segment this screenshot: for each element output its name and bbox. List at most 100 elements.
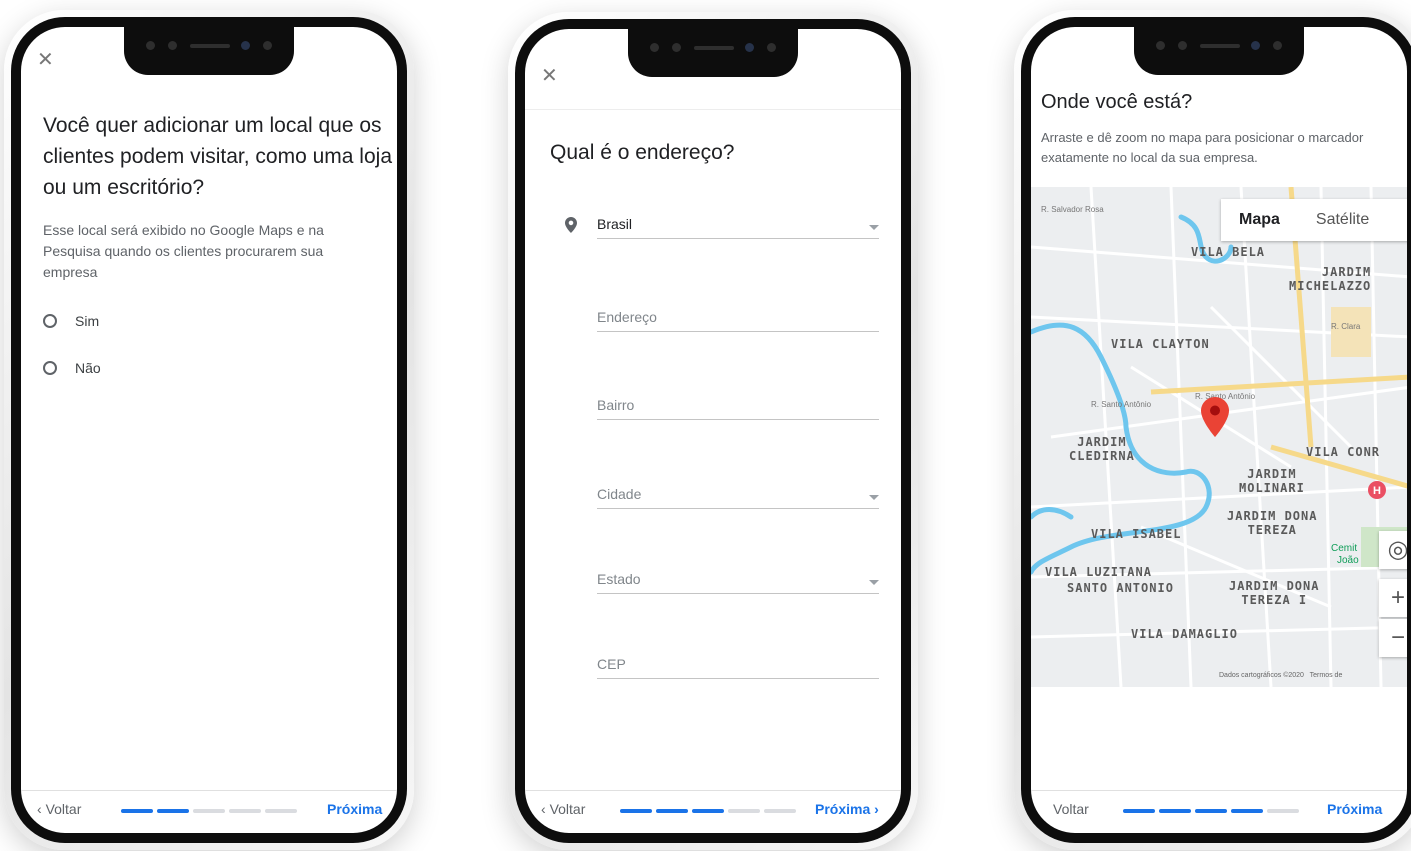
terms-link[interactable]: Termos de <box>1310 672 1343 679</box>
map-label: VILA DAMAGLIO <box>1131 627 1238 641</box>
radio-option-sim[interactable]: Sim <box>43 313 99 329</box>
phone-mockup-1: ✕ Você quer adicionar um local que os cl… <box>4 10 414 850</box>
next-link[interactable]: Próxima › <box>815 801 879 817</box>
country-select[interactable]: Brasil <box>597 212 879 239</box>
back-label: Voltar <box>45 801 82 817</box>
divider <box>525 109 901 110</box>
phone-notch <box>628 29 798 77</box>
address-field[interactable]: Endereço <box>597 305 879 332</box>
next-link[interactable]: Próxima <box>327 801 382 817</box>
bottom-navigation: ‹ Voltar Próxima › <box>525 790 901 833</box>
map-attribution: Dados cartográficos ©2020 Termos de <box>1219 672 1342 679</box>
question-description: Esse local será exibido no Google Maps e… <box>43 222 324 280</box>
progress-step <box>157 809 189 813</box>
radio-button-icon[interactable] <box>43 314 57 328</box>
map-type-map[interactable]: Mapa <box>1221 211 1298 229</box>
close-icon[interactable]: ✕ <box>541 63 558 88</box>
progress-step <box>1267 809 1299 813</box>
phone-mockup-2: ✕ Qual é o endereço? Brasil Endereço Bai… <box>508 12 918 850</box>
back-link[interactable]: ‹ Voltar <box>541 801 585 817</box>
back-label: Voltar <box>1053 801 1089 817</box>
map-label: JARDIM DONA TEREZA I <box>1229 579 1320 607</box>
state-select[interactable]: Estado <box>597 567 879 594</box>
step-progress <box>620 809 800 813</box>
zoom-in-button[interactable]: + <box>1379 579 1407 617</box>
address-placeholder: Endereço <box>597 309 657 325</box>
poi-label: João <box>1337 555 1359 566</box>
back-link[interactable]: ‹ Voltar <box>37 801 81 817</box>
city-select[interactable]: Cidade <box>597 482 879 509</box>
street-label: R. Clara <box>1331 322 1361 331</box>
country-value: Brasil <box>597 216 633 232</box>
poi-label: Cemit <box>1331 543 1358 554</box>
chevron-down-icon <box>869 580 879 585</box>
progress-step <box>229 809 261 813</box>
svg-text:H: H <box>1373 485 1381 497</box>
map-label: VILA LUZITANA <box>1045 565 1152 579</box>
map-label: JARDIM CLEDIRNA <box>1069 435 1135 463</box>
map-label: VILA BELA <box>1191 245 1266 259</box>
chevron-down-icon <box>869 225 879 230</box>
progress-step <box>1195 809 1227 813</box>
chevron-down-icon <box>869 495 879 500</box>
state-placeholder: Estado <box>597 571 641 587</box>
attribution-text: Dados cartográficos ©2020 <box>1219 672 1304 679</box>
bottom-navigation: ‹ Voltar Próxima <box>21 790 397 833</box>
progress-step <box>193 809 225 813</box>
street-label: R. Salvador Rosa <box>1041 205 1104 214</box>
map-label: VILA ISABEL <box>1091 527 1182 541</box>
phone-screen: Onde você está? Arraste e dê zoom no map… <box>1031 27 1407 833</box>
next-label: Próxima <box>815 801 871 817</box>
back-link[interactable]: Voltar <box>1053 801 1089 817</box>
step-progress <box>1123 809 1303 813</box>
radio-button-icon[interactable] <box>43 361 57 375</box>
step-progress <box>121 809 301 813</box>
page-title: Onde você está? <box>1041 91 1193 113</box>
map-label: JARDIM DONA TEREZA <box>1227 509 1318 537</box>
map-label: JARDIM MOLINARI <box>1239 467 1305 495</box>
page-title: Qual é o endereço? <box>550 141 735 164</box>
progress-step <box>656 809 688 813</box>
phone-screen: ✕ Qual é o endereço? Brasil Endereço Bai… <box>525 29 901 833</box>
next-link[interactable]: Próxima <box>1327 801 1382 817</box>
phone-notch <box>1134 27 1304 75</box>
hospital-icon: H <box>1368 481 1386 499</box>
zip-field[interactable]: CEP <box>597 652 879 679</box>
progress-step <box>620 809 652 813</box>
map-label: VILA CLAYTON <box>1111 337 1210 351</box>
page-description: Arraste e dê zoom no mapa para posiciona… <box>1041 130 1364 165</box>
progress-step <box>692 809 724 813</box>
street-label: R. Santo Antônio <box>1091 400 1152 409</box>
progress-step <box>1123 809 1155 813</box>
radio-label-sim: Sim <box>75 313 100 329</box>
progress-step <box>1159 809 1191 813</box>
progress-step <box>728 809 760 813</box>
district-field[interactable]: Bairro <box>597 393 879 420</box>
phone-mockup-3: Onde você está? Arraste e dê zoom no map… <box>1014 10 1411 850</box>
progress-step <box>265 809 297 813</box>
location-marker-icon[interactable] <box>1201 397 1229 437</box>
progress-step <box>121 809 153 813</box>
map-label: VILA CONR <box>1306 445 1381 459</box>
phone-notch <box>124 27 294 75</box>
map-type-satellite[interactable]: Satélite <box>1298 211 1387 229</box>
zip-placeholder: CEP <box>597 656 626 672</box>
city-placeholder: Cidade <box>597 486 642 502</box>
progress-step <box>764 809 796 813</box>
map-label: JARDIM MICHELAZZO <box>1289 265 1372 293</box>
question-title: Você quer adicionar um local que os clie… <box>43 114 392 199</box>
map-type-toggle[interactable]: Mapa Satélite <box>1221 199 1407 241</box>
map-view[interactable]: Mapa Satélite R. Salvador Rosa VILA BELA… <box>1031 187 1407 687</box>
zoom-out-button[interactable]: − <box>1379 619 1407 657</box>
radio-option-nao[interactable]: Não <box>43 360 101 376</box>
back-label: Voltar <box>549 801 586 817</box>
radio-label-nao: Não <box>75 360 101 376</box>
map-label: SANTO ANTONIO <box>1067 581 1174 595</box>
close-icon[interactable]: ✕ <box>37 47 54 72</box>
bottom-navigation: Voltar Próxima <box>1031 790 1407 833</box>
phone-screen: ✕ Você quer adicionar um local que os cl… <box>21 27 397 833</box>
my-location-icon[interactable]: ◎ <box>1379 531 1407 569</box>
district-placeholder: Bairro <box>597 397 635 413</box>
progress-step <box>1231 809 1263 813</box>
location-pin-icon <box>565 217 577 233</box>
